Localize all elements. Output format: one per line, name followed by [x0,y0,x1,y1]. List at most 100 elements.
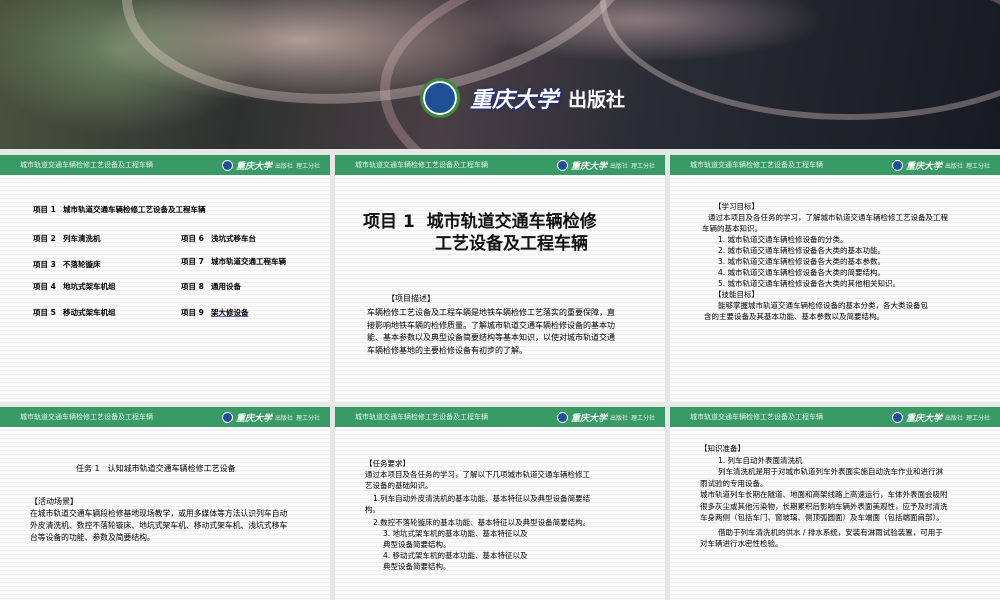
text: 不落轮镟床 [63,260,101,269]
header-title: 城市轨道交通车辆检修工艺设备及工程车辆 [690,413,823,421]
paragraph: 城市轨道列车长期在隧道、地面和高架线路上高速运行，车体外表面会吸附很多灰尘或其他… [700,490,948,522]
skill-text: 含的主要设备及其基本功能、基本参数以及简要结构。 [704,312,884,321]
slide-thumbnail-1[interactable]: 城市轨道交通车辆检修工艺设备及工程车辆 重庆大学 出版社 理工分社 项目 1 城市轨道交… [0,155,330,402]
seal-icon [221,159,233,171]
logo-script: 重庆大学 [235,413,272,424]
header-logo: 重庆大学 出版社 理工分社 [891,411,990,424]
logo-sub: 出版社 [274,162,293,170]
text: 列车清洗机 [63,234,101,243]
logo-script: 重庆大学 [570,413,607,424]
logo-script: 重庆大学 [235,161,272,172]
branch: 理工分社 [965,162,990,170]
slide-header: 城市轨道交通车辆检修工艺设备及工程车辆 重庆大学 出版社 理工分社 [0,407,330,427]
text: 城市轨道交通车辆检修工艺设备及工程车辆 [63,205,206,214]
req-item: 1.列车自动外皮清洗机的基本功能、基本特征以及典型设备简要结构。 [365,494,591,514]
header-logo: 重庆大学 出版社 理工分社 [556,159,655,172]
title-banner: 重庆大学 出版社 [0,0,1000,149]
text: 通用设备 [211,282,241,291]
branch: 理工分社 [295,162,320,170]
section-heading: 【技能目标】 [714,290,759,299]
project-item-link[interactable]: 项目 9 架大修设备 [181,307,249,318]
logo-script: 重庆大学 [905,413,942,424]
slide-thumbnail-4[interactable]: 城市轨道交通车辆检修工艺设备及工程车辆 重庆大学 出版社 理工分社 任务 1 认知城市… [0,407,330,600]
slide-header: 城市轨道交通车辆检修工艺设备及工程车辆 重庆大学 出版社 理工分社 [335,407,665,427]
req-item: 3. 地坑式架车机的基本功能、基本特征以及典型设备简要结构。 [383,529,528,549]
text: 城市轨道交通车辆检修 [426,212,597,232]
objectives: 【学习目标】 通过本项目及各任务的学习，了解城市轨道交通车辆检修工艺设备及工程车… [702,201,954,322]
text: 浅坑式移车台 [211,234,256,243]
seal-icon [891,411,903,423]
logo-sub: 出版社 [944,162,963,170]
header-title: 城市轨道交通车辆检修工艺设备及工程车辆 [355,161,488,169]
branch: 理工分社 [630,162,655,170]
header-title: 城市轨道交通车辆检修工艺设备及工程车辆 [20,161,153,169]
text: 项目 4 [33,282,56,291]
text: 地坑式架车机组 [63,282,116,291]
project-title-line2: 工艺设备及工程车辆 [435,234,588,254]
publisher-suffix: 出版社 [568,88,626,111]
header-title: 城市轨道交通车辆检修工艺设备及工程车辆 [690,161,823,169]
goal-item: 1. 城市轨道交通车辆检修设备的分类。 [718,235,848,244]
university-seal-icon [420,78,460,118]
project-item[interactable]: 项目 1 城市轨道交通车辆检修工艺设备及工程车辆 [33,204,206,215]
slide-header: 城市轨道交通车辆检修工艺设备及工程车辆 重庆大学 出版社 理工分社 [0,155,330,175]
text: 项目 9 [181,308,204,317]
publisher-script: 重庆大学 [470,87,559,113]
logo-sub: 出版社 [274,414,293,422]
requirements: 【任务要求】 通过本项目及各任务的学习，了解以下几项城市轨道交通车辆检修工艺设备… [365,458,595,572]
slide-header: 城市轨道交通车辆检修工艺设备及工程车辆 重庆大学 出版社 理工分社 [670,407,1000,427]
text: 项目 8 [181,282,204,291]
project-item[interactable]: 项目 7 城市轨道交通工程车辆 [181,256,286,267]
header-logo: 重庆大学 出版社 理工分社 [221,159,320,172]
logo-sub: 出版社 [609,414,628,422]
goal-item: 5. 城市轨道交通车辆检修设备各大类的其他相关知识。 [718,279,901,288]
paragraph: 列车清洗机是用于对城市轨道列车外表面实施自动洗车作业和进行淋雨试验的专用设备。 [700,467,943,488]
slide-header: 城市轨道交通车辆检修工艺设备及工程车辆 重庆大学 出版社 理工分社 [670,155,1000,175]
branch: 理工分社 [630,414,655,422]
section-heading: 【活动场景】 [30,497,78,506]
project-title: 项目 1 城市轨道交通车辆检修 [363,211,597,233]
scenario-text: 在城市轨道交通车辆段检修基地现场教学，或用多媒体等方法认识列车自动外皮清洗机、数… [30,509,288,542]
project-item[interactable]: 项目 6 浅坑式移车台 [181,233,256,244]
slide-thumbnail-6[interactable]: 城市轨道交通车辆检修工艺设备及工程车辆 重庆大学 出版社 理工分社 【知识准备】 1.… [670,407,1000,600]
intro-text: 通过本项目及各任务的学习，了解以下几项城市轨道交通车辆检修工艺设备的基础知识。 [365,470,590,490]
intro-text: 通过本项目及各任务的学习，了解城市轨道交通车辆检修工艺设备及工程车辆的基本知识。 [702,213,948,233]
logo-script: 重庆大学 [905,161,942,172]
slide-thumbnail-3[interactable]: 城市轨道交通车辆检修工艺设备及工程车辆 重庆大学 出版社 理工分社 【学习目标】 通过… [670,155,1000,402]
goal-item: 4. 城市轨道交通车辆检修设备各大类的简要结构。 [718,268,886,277]
description-text: 车辆检修工艺设备及工程车辆是地铁车辆检修工艺落实的重要保障，直接影响地铁车辆的检… [367,308,615,355]
project-item[interactable]: 项目 8 通用设备 [181,281,241,292]
seal-icon [556,159,568,171]
seal-icon [221,411,233,423]
slide-thumbnail-5[interactable]: 城市轨道交通车辆检修工艺设备及工程车辆 重庆大学 出版社 理工分社 【任务要求】 通过… [335,407,665,600]
text: 项目 6 [181,234,204,243]
req-item: 2.数控不落轮镟床的基本功能、基本特征以及典型设备简要结构。 [373,518,591,527]
seal-icon [556,411,568,423]
project-item[interactable]: 项目 3 不落轮镟床 [33,259,101,270]
goal-item: 3. 城市轨道交通车辆检修设备各大类的基本参数。 [718,257,886,266]
header-logo: 重庆大学 出版社 理工分社 [221,411,320,424]
header-logo: 重庆大学 出版社 理工分社 [556,411,655,424]
branch: 理工分社 [295,414,320,422]
project-item[interactable]: 项目 5 移动式架车机组 [33,307,116,318]
section-heading: 【学习目标】 [714,202,759,211]
header-logo: 重庆大学 出版社 理工分社 [891,159,990,172]
text: 项目 3 [33,260,56,269]
project-item[interactable]: 项目 2 列车清洗机 [33,233,101,244]
branch: 理工分社 [965,414,990,422]
knowledge: 【知识准备】 1. 列车自动外表面清洗机 列车清洗机是用于对城市轨道列车外表面实… [700,443,950,550]
logo-sub: 出版社 [609,162,628,170]
slide-thumbnail-2[interactable]: 城市轨道交通车辆检修工艺设备及工程车辆 重庆大学 出版社 理工分社 项目 1 城市轨道… [335,155,665,402]
header-title: 城市轨道交通车辆检修工艺设备及工程车辆 [355,413,488,421]
section-heading: 【任务要求】 [365,459,410,468]
publisher-logo: 重庆大学 出版社 [420,78,625,118]
logo-script: 重庆大学 [570,161,607,172]
seal-icon [891,159,903,171]
skill-text: 能够掌握城市轨道交通车辆检修设备的基本分类，各大类设备包 [718,301,928,310]
project-item[interactable]: 项目 4 地坑式架车机组 [33,281,116,292]
section-heading: 【项目描述】 [387,294,435,303]
text: 城市轨道交通工程车辆 [211,257,286,266]
paragraph: 借助于列车清洗机的供水 / 排水系统，安装有淋雨试验装置，可用于对车辆进行水密性… [700,527,943,549]
logo-sub: 出版社 [944,414,963,422]
goal-item: 2. 城市轨道交通车辆检修设备各大类的基本功能。 [718,246,886,255]
